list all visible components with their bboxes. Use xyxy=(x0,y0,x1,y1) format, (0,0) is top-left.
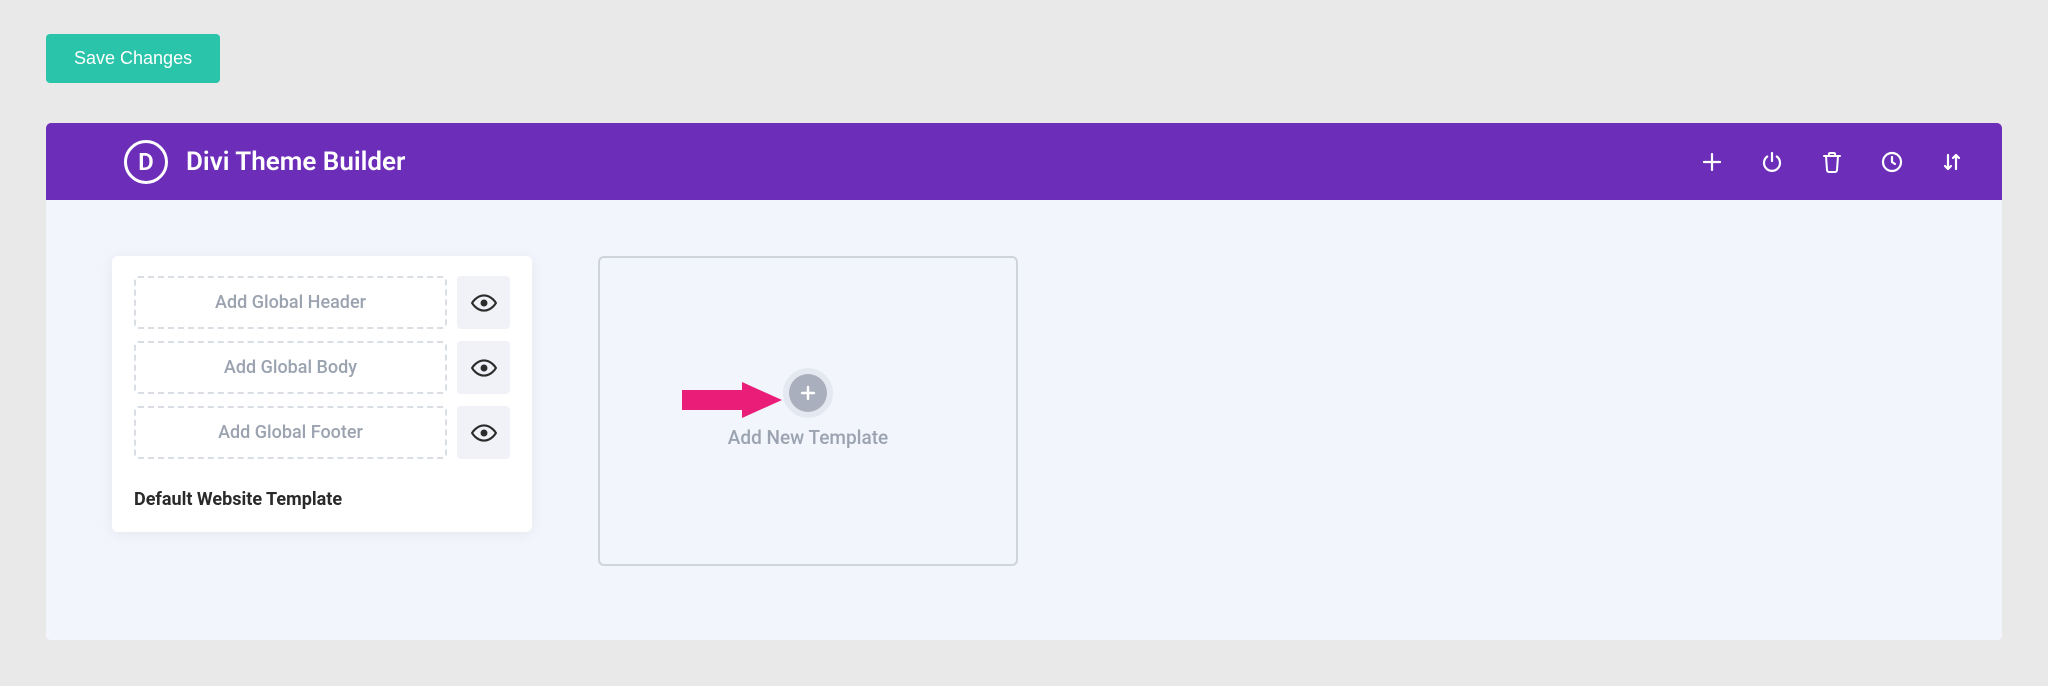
panel-body: Add Global Header Add Global Body xyxy=(46,200,2002,640)
add-global-header-slot[interactable]: Add Global Header xyxy=(134,276,447,329)
panel-header: D Divi Theme Builder xyxy=(46,123,2002,200)
visibility-toggle-header[interactable] xyxy=(457,276,510,329)
add-new-template-card[interactable]: Add New Template xyxy=(598,256,1018,566)
slot-row-body: Add Global Body xyxy=(134,341,510,394)
page-wrap: Save Changes D Divi Theme Builder xyxy=(0,0,2048,640)
visibility-toggle-body[interactable] xyxy=(457,341,510,394)
header-actions xyxy=(1700,150,1964,174)
sort-icon[interactable] xyxy=(1940,150,1964,174)
default-template-card: Add Global Header Add Global Body xyxy=(112,256,532,532)
add-global-footer-slot[interactable]: Add Global Footer xyxy=(134,406,447,459)
slot-label: Add Global Header xyxy=(215,292,366,313)
add-global-body-slot[interactable]: Add Global Body xyxy=(134,341,447,394)
default-template-label: Default Website Template xyxy=(134,489,510,510)
panel-title: Divi Theme Builder xyxy=(186,147,405,177)
trash-icon[interactable] xyxy=(1820,150,1844,174)
slot-label: Add Global Footer xyxy=(218,422,363,443)
clock-icon[interactable] xyxy=(1880,150,1904,174)
slot-row-footer: Add Global Footer xyxy=(134,406,510,459)
add-new-template-label: Add New Template xyxy=(728,426,888,449)
theme-builder-panel: D Divi Theme Builder xyxy=(46,123,2002,640)
plus-circle-icon xyxy=(789,374,827,412)
save-changes-button[interactable]: Save Changes xyxy=(46,34,220,83)
power-icon[interactable] xyxy=(1760,150,1784,174)
slot-row-header: Add Global Header xyxy=(134,276,510,329)
slot-label: Add Global Body xyxy=(224,357,357,378)
divi-logo-icon: D xyxy=(124,140,168,184)
add-icon[interactable] xyxy=(1700,150,1724,174)
logo-letter: D xyxy=(138,148,154,176)
arrow-annotation-icon xyxy=(682,382,782,418)
visibility-toggle-footer[interactable] xyxy=(457,406,510,459)
